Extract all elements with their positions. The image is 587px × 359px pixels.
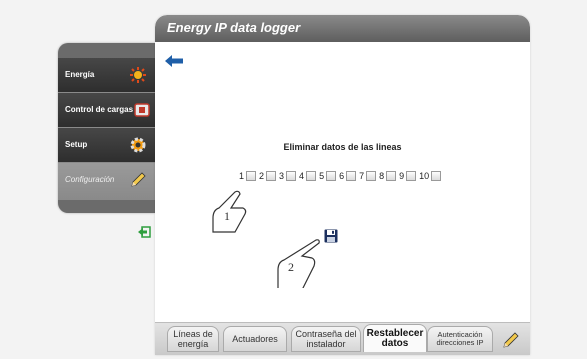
pencil-icon: [131, 172, 146, 187]
line-number: 8: [379, 171, 385, 181]
callout-number: 2: [288, 260, 294, 274]
line-checkbox-row: 1 2 3 4 5 6 7 8 9 10: [239, 171, 444, 181]
menu-item-label: Energía: [65, 70, 95, 79]
window-title: Energy IP data logger: [167, 20, 301, 35]
energy-icon: [130, 67, 146, 83]
tab-lineas-energia[interactable]: Líneas de energía: [167, 326, 219, 352]
tab-label: Restablecer datos: [366, 327, 424, 349]
line-number: 4: [299, 171, 305, 181]
line-checkbox[interactable]: [286, 171, 297, 181]
delete-lines-heading: Eliminar datos de las lineas: [283, 142, 402, 152]
pencil-icon[interactable]: [502, 331, 520, 349]
menu-item-label: Configuración: [65, 175, 115, 184]
line-item: 9: [399, 171, 417, 181]
line-number: 6: [339, 171, 345, 181]
callout-hand-1: 1: [205, 188, 255, 238]
line-number: 3: [279, 171, 285, 181]
line-item: 6: [339, 171, 357, 181]
hand-pointer-icon: [277, 239, 320, 291]
line-item: 4: [299, 171, 317, 181]
tab-label: Actuadores: [232, 334, 278, 344]
line-item: 1: [239, 171, 257, 181]
line-item: 5: [319, 171, 337, 181]
hand-pointer-icon: [212, 190, 247, 233]
gear-icon: [130, 137, 146, 153]
line-checkbox[interactable]: [431, 171, 442, 181]
tab-label: Contraseña del instalador: [295, 329, 357, 349]
line-item: 8: [379, 171, 397, 181]
callout-hand-2: 2: [272, 238, 322, 291]
save-icon[interactable]: [324, 229, 338, 243]
menu-item-label: Setup: [65, 140, 88, 149]
line-checkbox[interactable]: [386, 171, 397, 181]
title-bar: Energy IP data logger: [155, 15, 530, 42]
tab-actuadores[interactable]: Actuadores: [223, 326, 287, 352]
line-number: 7: [359, 171, 365, 181]
tab-bar: Líneas de energía Actuadores Contraseña …: [155, 322, 530, 355]
line-checkbox[interactable]: [366, 171, 377, 181]
line-checkbox[interactable]: [246, 171, 257, 181]
callout-number: 1: [224, 209, 230, 223]
line-item: 10: [419, 171, 442, 181]
line-item: 3: [279, 171, 297, 181]
line-number: 2: [259, 171, 265, 181]
menu-item-setup[interactable]: Setup: [58, 128, 155, 163]
line-item: 7: [359, 171, 377, 181]
back-arrow-icon[interactable]: [165, 55, 185, 67]
line-number: 1: [239, 171, 245, 181]
menu-item-label: Control de cargas: [65, 105, 134, 114]
exit-icon[interactable]: [137, 226, 151, 238]
line-checkbox[interactable]: [346, 171, 357, 181]
menu-item-energia[interactable]: Energía: [58, 58, 155, 93]
line-number: 9: [399, 171, 405, 181]
tab-restablecer-datos[interactable]: Restablecer datos: [363, 324, 427, 352]
tab-label: Autenticación direcciones IP: [436, 330, 484, 347]
tab-label: Líneas de energía: [173, 329, 213, 349]
main-window: Energy IP data logger Eliminar datos de …: [155, 15, 530, 355]
line-number: 10: [419, 171, 430, 181]
line-item: 2: [259, 171, 277, 181]
line-checkbox[interactable]: [306, 171, 317, 181]
loads-icon: [134, 103, 150, 117]
tab-contrasena-instalador[interactable]: Contraseña del instalador: [291, 326, 361, 352]
line-checkbox[interactable]: [266, 171, 277, 181]
menu-item-configuracion[interactable]: Configuración: [58, 163, 155, 200]
side-menu: Energía Control de cargas Setup Configur…: [58, 43, 155, 213]
tab-autenticacion-ip[interactable]: Autenticación direcciones IP: [427, 326, 493, 352]
line-number: 5: [319, 171, 325, 181]
line-checkbox[interactable]: [326, 171, 337, 181]
line-checkbox[interactable]: [406, 171, 417, 181]
menu-item-control-cargas[interactable]: Control de cargas: [58, 93, 155, 128]
